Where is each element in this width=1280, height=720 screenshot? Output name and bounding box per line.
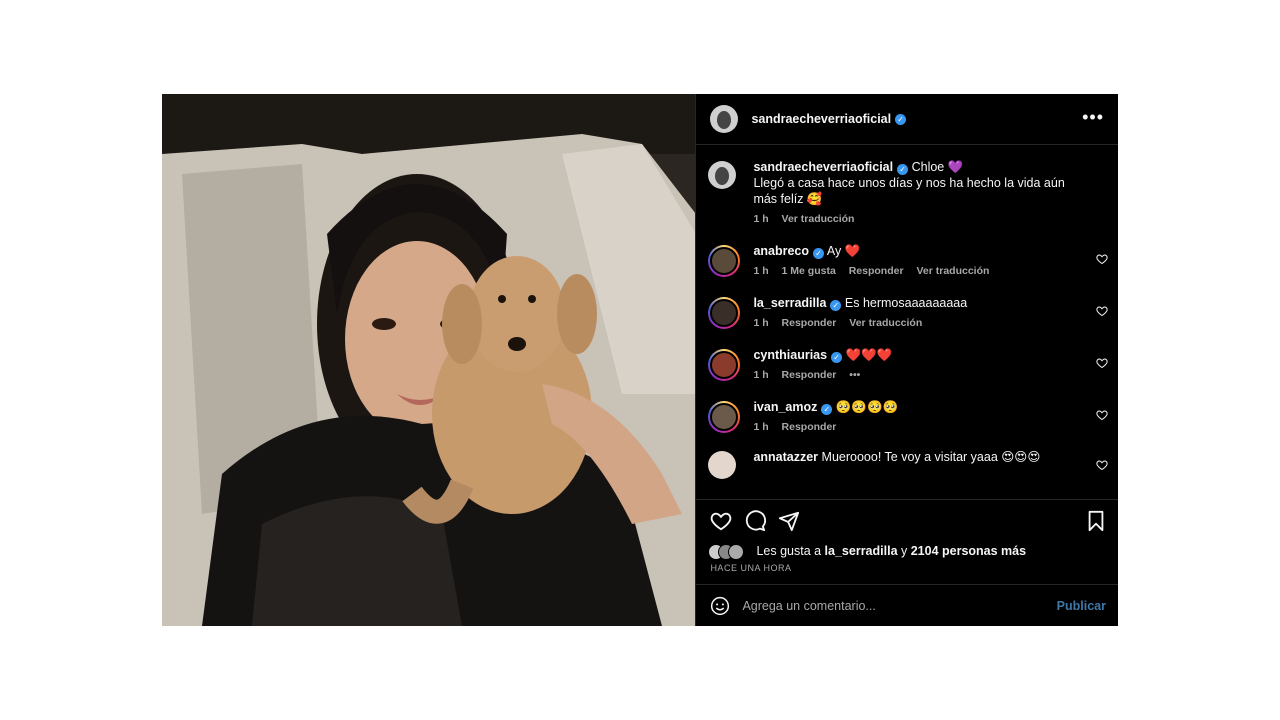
comment-input[interactable]: Agrega un comentario... [742, 599, 875, 613]
verified-icon: ✓ [830, 300, 842, 311]
reply-button[interactable]: Responder [849, 265, 904, 277]
caption-line1: Chloe 💜 [911, 160, 964, 174]
caption-line2: Llegó a casa hace unos días y nos ha hec… [753, 176, 1065, 206]
likes-user[interactable]: la_serradilla [825, 544, 898, 558]
comment-text: ❤️❤️❤️ [845, 348, 893, 362]
post-photo[interactable] [162, 94, 696, 626]
comment-avatar[interactable] [708, 451, 737, 479]
like-comment-heart-icon[interactable] [1096, 305, 1108, 317]
likes-count[interactable]: 2104 personas más [911, 544, 1026, 558]
like-comment-heart-icon[interactable] [1096, 459, 1108, 471]
more-options-icon[interactable]: ••• [1082, 107, 1104, 128]
translate-link[interactable]: Ver traducción [916, 265, 989, 277]
comment-text: Ay ❤️ [826, 244, 861, 258]
liked-avatar [728, 544, 745, 560]
comment-time: 1 h [753, 421, 769, 433]
caption-avatar[interactable] [708, 161, 737, 189]
caption-username[interactable]: sandraecheverriaoficial [753, 160, 893, 174]
comment-text: Es hermosaaaaaaaaa [844, 296, 968, 310]
comment-item: anabreco ✓ Ay ❤️ 1 h 1 Me gusta Responder… [696, 243, 1118, 277]
reply-button[interactable]: Responder [782, 421, 837, 433]
verified-icon: ✓ [831, 352, 843, 363]
comment-likes[interactable]: 1 Me gusta [782, 265, 836, 277]
photo-illustration [162, 94, 696, 626]
comment-time: 1 h [753, 317, 769, 329]
like-heart-icon[interactable] [710, 510, 732, 532]
comment-text: 🥺🥺🥺🥺 [835, 400, 899, 414]
comment-avatar[interactable] [708, 349, 741, 381]
caption: sandraecheverriaoficial ✓ Chloe 💜 Llegó a… [696, 159, 1118, 225]
post-header: sandraecheverriaoficial ✓ ••• [696, 94, 1118, 145]
comment-username[interactable]: anabreco [753, 244, 809, 258]
share-send-icon[interactable] [778, 510, 800, 532]
caption-translate-link[interactable]: Ver traducción [782, 213, 855, 225]
verified-icon: ✓ [813, 248, 825, 259]
like-comment-heart-icon[interactable] [1096, 357, 1108, 369]
like-comment-heart-icon[interactable] [1096, 253, 1108, 265]
comment-avatar[interactable] [708, 245, 741, 277]
comment-item: la_serradilla ✓ Es hermosaaaaaaaaa 1 h Re… [696, 295, 1118, 329]
liked-by-avatars[interactable] [708, 544, 748, 560]
reply-button[interactable]: Responder [782, 369, 837, 381]
comment-item: ivan_amoz ✓ 🥺🥺🥺🥺 1 h Responder [696, 399, 1118, 433]
comment-item: cynthiaurias ✓ ❤️❤️❤️ 1 h Responder ••• [696, 347, 1118, 381]
emoji-smiley-icon[interactable] [710, 596, 730, 616]
comment-username[interactable]: ivan_amoz [753, 400, 817, 414]
comment-more-icon[interactable]: ••• [849, 369, 860, 381]
comment-avatar[interactable] [708, 297, 741, 329]
comment-item: annatazzer Mueroooo! Te voy a visitar ya… [696, 449, 1118, 479]
comment-username[interactable]: cynthiaurias [753, 348, 827, 362]
comment-time: 1 h [753, 369, 769, 381]
post-actions-bar [696, 499, 1118, 540]
comment-username[interactable]: la_serradilla [753, 296, 826, 310]
comments-list[interactable]: sandraecheverriaoficial ✓ Chloe 💜 Llegó a… [696, 145, 1118, 495]
comment-bubble-icon[interactable] [744, 510, 767, 532]
caption-time: 1 h [753, 213, 769, 225]
translate-link[interactable]: Ver traducción [849, 317, 922, 329]
likes-mid: y [897, 544, 911, 558]
comment-avatar[interactable] [708, 401, 741, 433]
like-comment-heart-icon[interactable] [1096, 409, 1108, 421]
comment-username[interactable]: annatazzer [753, 450, 818, 464]
comment-text: Mueroooo! Te voy a visitar yaaa 😍😍😍 [821, 450, 1041, 464]
comment-time: 1 h [753, 265, 769, 277]
post-timestamp[interactable]: HACE UNA HORA [710, 563, 791, 573]
likes-summary: Les gusta a la_serradilla y 2104 persona… [756, 544, 1026, 558]
verified-icon: ✓ [895, 113, 907, 125]
instagram-post: sandraecheverriaoficial ✓ ••• sandraeche… [162, 94, 1118, 626]
verified-icon: ✓ [897, 164, 909, 175]
publish-button[interactable]: Publicar [1057, 599, 1106, 613]
author-username[interactable]: sandraecheverriaoficial [751, 112, 891, 126]
reply-button[interactable]: Responder [782, 317, 837, 329]
add-comment-bar: Agrega un comentario... Publicar [696, 584, 1118, 627]
likes-prefix: Les gusta a [756, 544, 825, 558]
save-bookmark-icon[interactable] [1086, 510, 1106, 532]
verified-icon: ✓ [821, 404, 833, 415]
post-side-panel: sandraecheverriaoficial ✓ ••• sandraeche… [695, 94, 1118, 626]
author-avatar[interactable] [710, 105, 739, 133]
